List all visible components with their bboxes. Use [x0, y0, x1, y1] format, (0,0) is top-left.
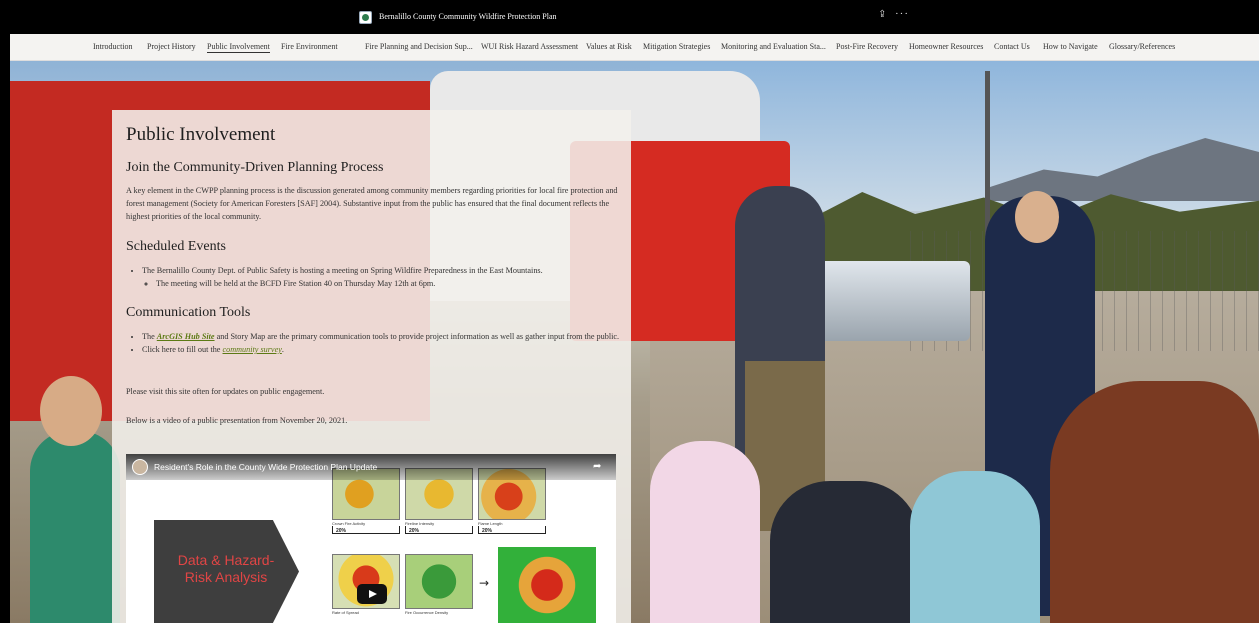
- planning-paragraph: A key element in the CWPP planning proce…: [126, 186, 618, 221]
- child-figure-blue: [910, 471, 1040, 623]
- section-nav: Introduction Project History Public Invo…: [10, 34, 1259, 61]
- nav-item-wui-risk-hazard[interactable]: WUI Risk Hazard Assessment: [481, 42, 578, 51]
- child-head-left: [40, 376, 102, 446]
- nav-item-values-at-risk[interactable]: Values at Risk: [586, 42, 632, 51]
- section-heading-planning: Join the Community-Driven Planning Proce…: [126, 160, 384, 175]
- page-title: Public Involvement: [126, 124, 276, 145]
- video-title[interactable]: Resident's Role in the County Wide Prote…: [154, 462, 377, 472]
- map-label: Rate of Spread: [332, 610, 359, 615]
- share-icon[interactable]: ➦: [593, 461, 601, 472]
- content-panel: Public Involvement Join the Community-Dr…: [112, 110, 631, 623]
- nav-item-fire-environment[interactable]: Fire Environment: [281, 42, 338, 51]
- nav-item-contact-us[interactable]: Contact Us: [994, 42, 1030, 51]
- list-item: The Bernalillo County Dept. of Public Sa…: [142, 264, 620, 290]
- nav-item-how-to-navigate[interactable]: How to Navigate: [1043, 42, 1098, 51]
- nav-item-introduction[interactable]: Introduction: [93, 42, 133, 51]
- fire-truck-bumper: [810, 261, 970, 341]
- video-embed[interactable]: Data & Hazard-Risk Analysis Crown Fire A…: [126, 454, 616, 623]
- child-figure-right: [1050, 381, 1259, 623]
- combined-risk-map: [498, 547, 596, 623]
- community-survey-link[interactable]: community survey: [223, 345, 282, 354]
- nav-item-post-fire-recovery[interactable]: Post-Fire Recovery: [836, 42, 898, 51]
- site-title[interactable]: Bernalillo County Community Wildfire Pro…: [379, 12, 557, 21]
- section-heading-communication: Communication Tools: [126, 305, 251, 320]
- child-figure-pink: [650, 441, 760, 623]
- percent-label: 20%: [336, 528, 347, 534]
- map-label: Fire Occurrence Density: [405, 610, 449, 615]
- list-item: The meeting will be held at the BCFD Fir…: [156, 277, 620, 290]
- events-sublist: The meeting will be held at the BCFD Fir…: [142, 277, 620, 290]
- arcgis-hub-site-link[interactable]: ArcGIS Hub Site: [157, 332, 215, 341]
- video-intro-note: Below is a video of a public presentatio…: [126, 416, 348, 425]
- arrow-right-icon: →: [479, 576, 490, 590]
- map-thumbnail: [405, 554, 473, 609]
- nav-item-fire-planning[interactable]: Fire Planning and Decision Sup...: [365, 42, 473, 51]
- nav-item-project-history[interactable]: Project History: [147, 42, 196, 51]
- child-figure-dark: [770, 481, 920, 623]
- events-list: The Bernalillo County Dept. of Public Sa…: [134, 264, 620, 290]
- play-button-icon[interactable]: [357, 584, 387, 604]
- text-fragment: .: [281, 345, 284, 354]
- nav-item-public-involvement[interactable]: Public Involvement: [207, 42, 270, 53]
- list-item: Click here to fill out the community sur…: [142, 343, 620, 356]
- presenter-head: [1015, 191, 1059, 243]
- text-fragment: The: [142, 332, 157, 341]
- app-header: Bernalillo County Community Wildfire Pro…: [0, 0, 1259, 34]
- nav-item-glossary[interactable]: Glossary/References: [1109, 42, 1175, 51]
- text-fragment: and Story Map are the primary communicat…: [214, 332, 620, 341]
- slide-heading: Data & Hazard-Risk Analysis: [177, 552, 275, 585]
- communication-list: The ArcGIS Hub Site and Story Map are th…: [134, 330, 620, 356]
- updates-note: Please visit this site often for updates…: [126, 387, 325, 396]
- more-options-icon[interactable]: ···: [895, 8, 909, 20]
- child-figure-left: [30, 431, 120, 623]
- text-fragment: Click here to fill out the: [142, 345, 223, 354]
- percent-label: 20%: [482, 528, 493, 534]
- nav-item-mitigation-strategies[interactable]: Mitigation Strategies: [643, 42, 710, 51]
- percent-label: 20%: [409, 528, 420, 534]
- event-text: The Bernalillo County Dept. of Public Sa…: [142, 266, 543, 275]
- share-icon[interactable]: ⇪: [878, 9, 886, 20]
- section-heading-events: Scheduled Events: [126, 239, 226, 254]
- nav-item-homeowner-resources[interactable]: Homeowner Resources: [909, 42, 983, 51]
- nav-item-monitoring-evaluation[interactable]: Monitoring and Evaluation Sta...: [721, 42, 826, 51]
- channel-avatar[interactable]: [132, 459, 148, 475]
- list-item: The ArcGIS Hub Site and Story Map are th…: [142, 330, 620, 343]
- county-logo-icon[interactable]: [359, 11, 372, 24]
